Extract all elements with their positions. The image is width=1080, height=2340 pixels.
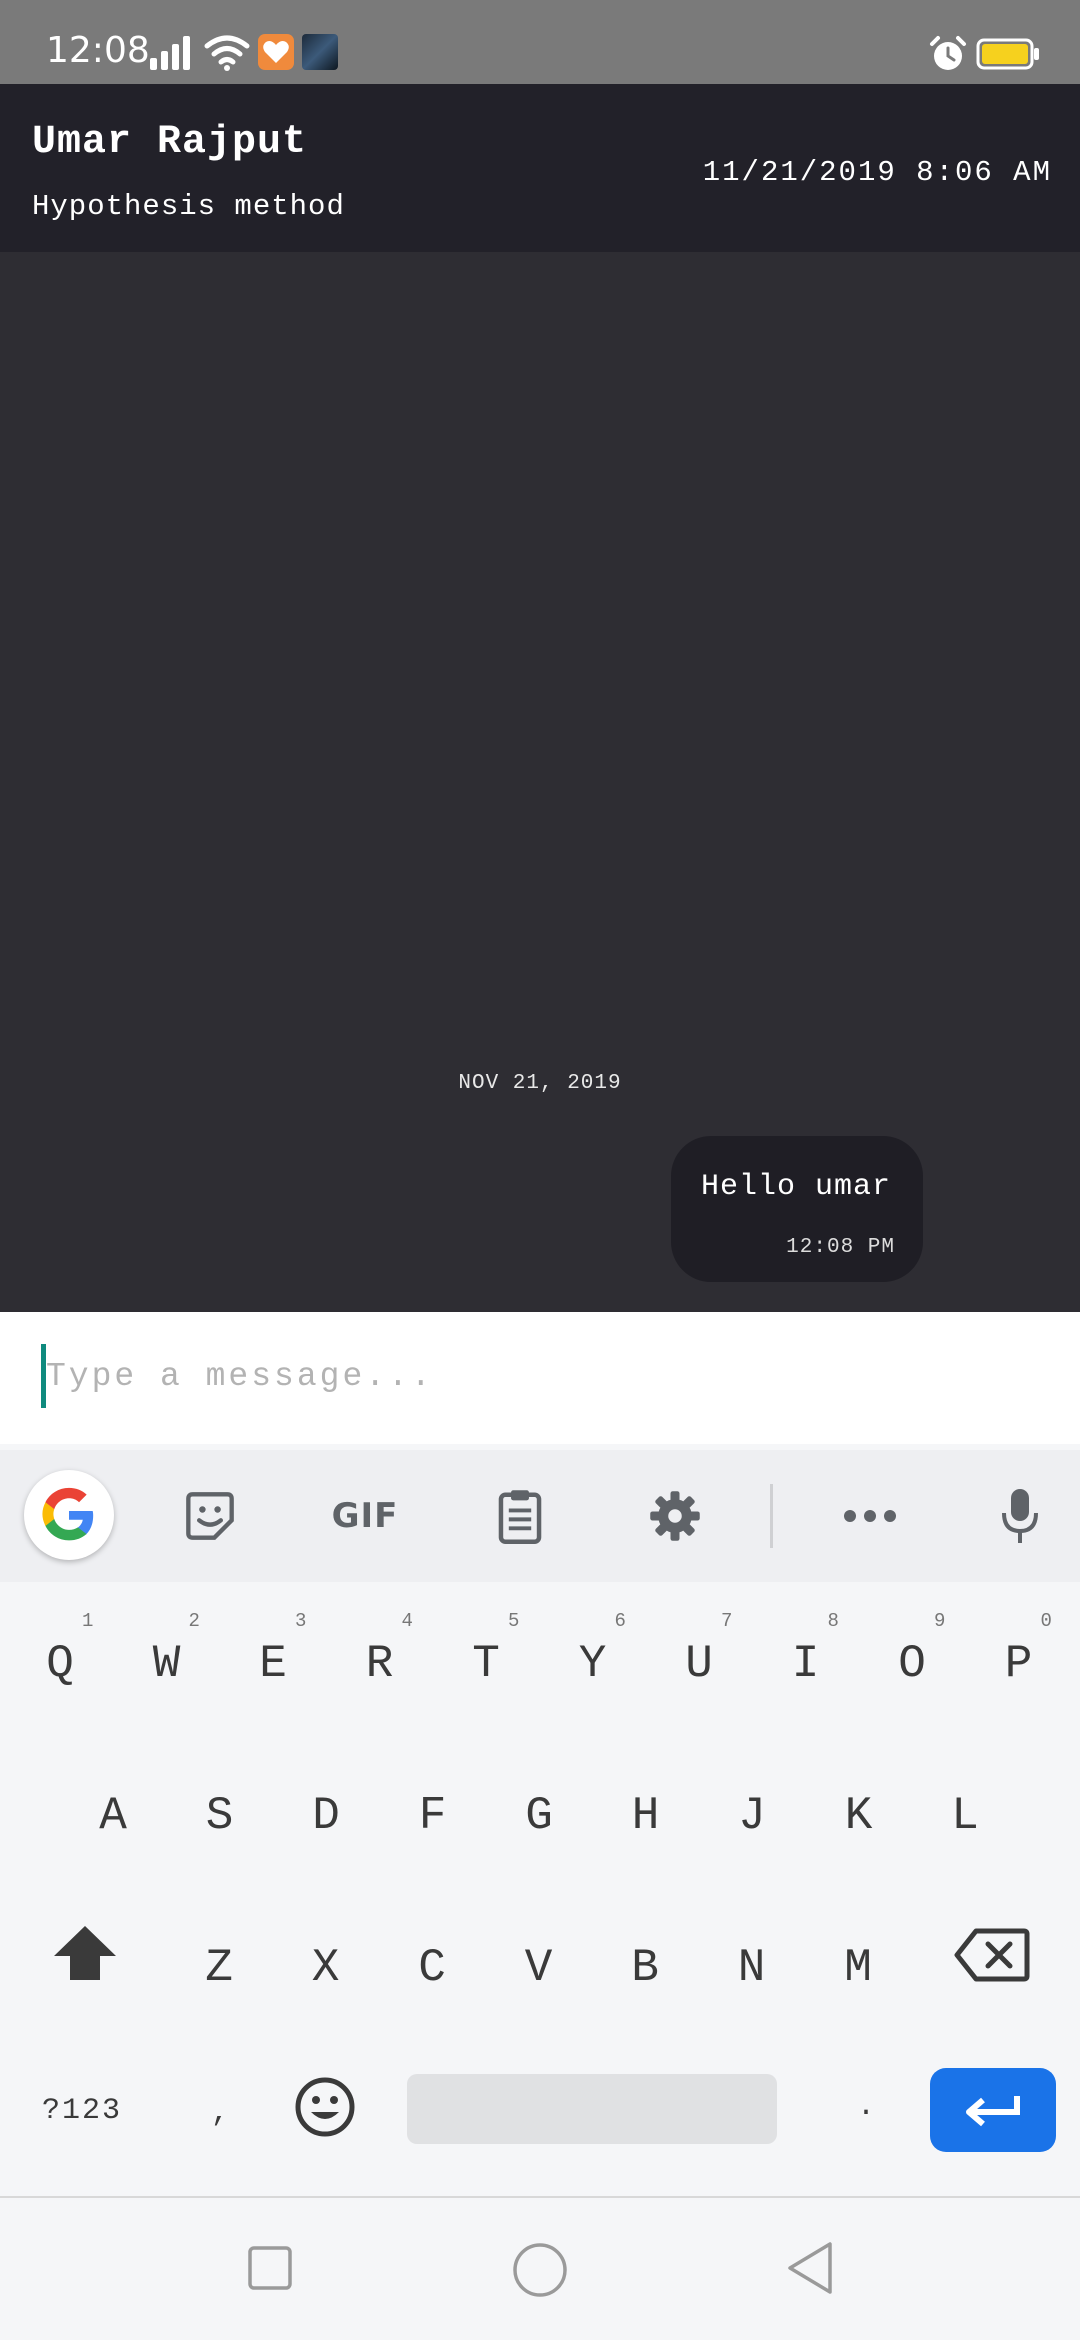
- key-i[interactable]: I: [776, 1638, 836, 1690]
- key-v[interactable]: V: [509, 1942, 569, 1994]
- key-t[interactable]: T: [456, 1638, 516, 1690]
- wifi-icon: [204, 35, 250, 71]
- chat-messages-area[interactable]: NOV 21, 2019 Hello umar 12:08 PM: [0, 252, 1080, 1312]
- key-k[interactable]: K: [829, 1790, 889, 1842]
- key-hint-1: 1: [82, 1610, 94, 1632]
- enter-key[interactable]: [930, 2068, 1056, 2152]
- key-f[interactable]: F: [403, 1790, 463, 1842]
- key-hint-7: 7: [721, 1610, 733, 1632]
- contact-subtitle: Hypothesis method: [32, 190, 345, 223]
- key-hint-2: 2: [188, 1610, 200, 1632]
- soft-keyboard: G I F Q 1 W 2 E 3 R 4 T 5 Y 6 U 7 I 8 O 9 …: [0, 1444, 1080, 2196]
- key-d[interactable]: D: [296, 1790, 356, 1842]
- keyboard-toolbar: GIF: [0, 1450, 1080, 1582]
- backspace-key[interactable]: [954, 1928, 1030, 1987]
- settings-gear-icon[interactable]: [645, 1450, 705, 1582]
- key-hint-6: 6: [614, 1610, 626, 1632]
- key-c[interactable]: C: [402, 1942, 462, 1994]
- status-time: 12:08: [46, 30, 150, 71]
- key-hint-5: 5: [508, 1610, 520, 1632]
- key-u[interactable]: U: [669, 1638, 729, 1690]
- system-navigation-bar: [0, 2196, 1080, 2340]
- toolbar-divider: [770, 1484, 773, 1548]
- key-hint-3: 3: [295, 1610, 307, 1632]
- key-j[interactable]: J: [722, 1790, 782, 1842]
- key-h[interactable]: H: [616, 1790, 676, 1842]
- sticker-icon[interactable]: [180, 1450, 240, 1582]
- key-p[interactable]: P: [989, 1638, 1049, 1690]
- key-m[interactable]: M: [828, 1942, 888, 1994]
- key-l[interactable]: L: [935, 1790, 995, 1842]
- key-y[interactable]: Y: [563, 1638, 623, 1690]
- symbols-key[interactable]: ?123: [42, 2094, 122, 2128]
- gif-icon[interactable]: GIF: [320, 1450, 410, 1582]
- shift-key[interactable]: [52, 1924, 118, 1987]
- key-z[interactable]: Z: [189, 1942, 249, 1994]
- key-n[interactable]: N: [722, 1942, 782, 1994]
- message-timestamp: 12:08 PM: [786, 1236, 895, 1259]
- key-hint-8: 8: [827, 1610, 839, 1632]
- health-app-icon: [258, 34, 294, 70]
- key-x[interactable]: X: [296, 1942, 356, 1994]
- space-key[interactable]: [407, 2074, 777, 2144]
- key-o[interactable]: O: [882, 1638, 942, 1690]
- recents-square-icon[interactable]: [246, 2244, 294, 2292]
- enter-arrow-icon: [966, 2096, 1020, 2127]
- more-dots-icon[interactable]: [840, 1450, 900, 1582]
- chat-header[interactable]: Umar Rajput Hypothesis method 11/21/2019…: [0, 84, 1080, 252]
- date-divider: NOV 21, 2019: [458, 1072, 622, 1095]
- comma-key[interactable]: ,: [200, 2096, 240, 2130]
- notification-thumbnail-icon: [302, 34, 338, 70]
- key-q[interactable]: Q: [30, 1638, 90, 1690]
- alarm-icon: [930, 36, 966, 70]
- gif-label: GIF: [331, 1496, 399, 1536]
- key-s[interactable]: S: [190, 1790, 250, 1842]
- google-icon[interactable]: [24, 1470, 114, 1560]
- key-hint-9: 9: [934, 1610, 946, 1632]
- battery-icon: [976, 38, 1039, 70]
- home-circle-icon[interactable]: [512, 2242, 568, 2298]
- key-a[interactable]: A: [83, 1790, 143, 1842]
- message-composer: [0, 1312, 1080, 1444]
- key-g[interactable]: G: [509, 1790, 569, 1842]
- contact-name: Umar Rajput: [32, 120, 308, 165]
- key-hint-0: 0: [1040, 1610, 1052, 1632]
- back-triangle-icon[interactable]: [784, 2240, 836, 2296]
- period-key[interactable]: .: [846, 2090, 886, 2124]
- key-hint-4: 4: [401, 1610, 413, 1632]
- key-b[interactable]: B: [615, 1942, 675, 1994]
- message-bubble-outgoing[interactable]: Hello umar 12:08 PM: [671, 1136, 923, 1282]
- emoji-icon[interactable]: [294, 2076, 356, 2143]
- header-datetime: 11/21/2019 8:06 AM: [702, 156, 1052, 189]
- status-bar: 12:08: [0, 0, 1080, 84]
- key-r[interactable]: R: [350, 1638, 410, 1690]
- clipboard-icon[interactable]: [490, 1450, 550, 1582]
- key-w[interactable]: W: [137, 1638, 197, 1690]
- message-text: Hello umar: [701, 1170, 892, 1204]
- key-e[interactable]: E: [243, 1638, 303, 1690]
- microphone-icon[interactable]: [990, 1450, 1050, 1582]
- message-input[interactable]: [46, 1344, 1026, 1408]
- signal-icon: [150, 36, 190, 70]
